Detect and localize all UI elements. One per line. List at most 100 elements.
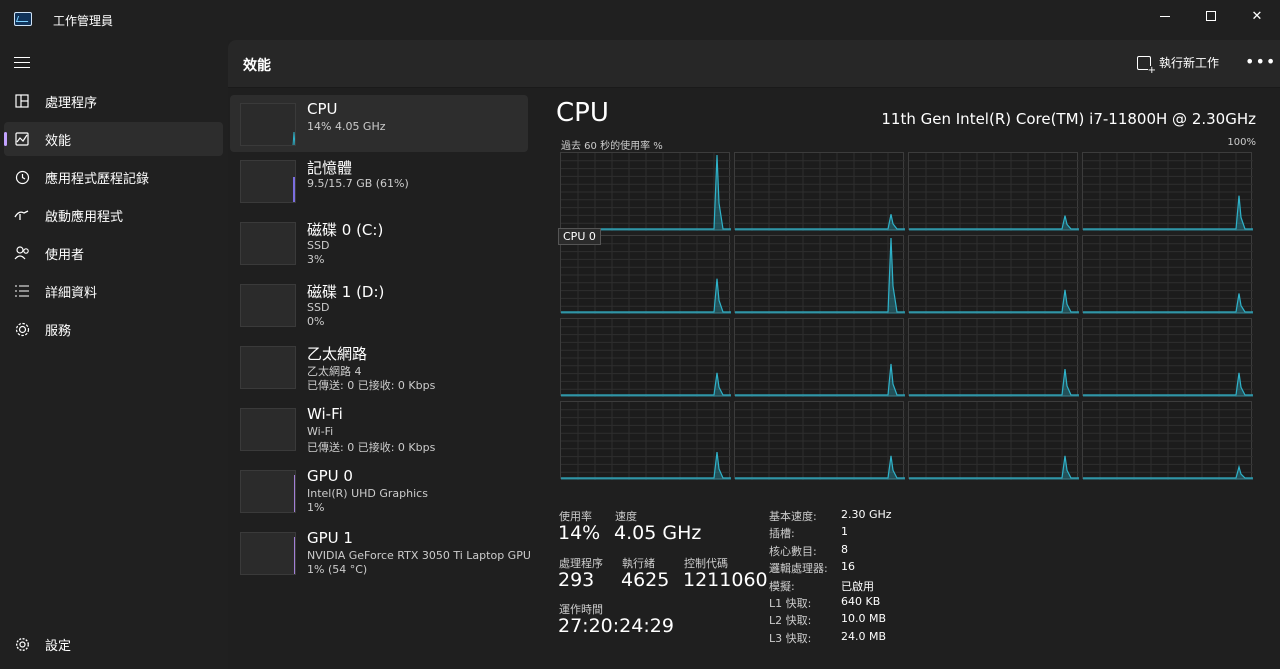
device-thumbnail	[240, 160, 296, 203]
logical-processor-graph-7[interactable]	[1082, 235, 1253, 314]
nav-label: 啟動應用程式	[45, 209, 124, 225]
details-icon	[13, 282, 31, 300]
nav-item-app-history[interactable]: 應用程式歷程記錄	[4, 160, 223, 194]
device-item-0[interactable]: CPU 14% 4.05 GHz	[230, 95, 528, 152]
logical-processor-graph-5[interactable]	[734, 235, 905, 314]
close-button[interactable]: ✕	[1234, 0, 1280, 32]
logical-processor-graph-2[interactable]	[908, 152, 1079, 231]
spec-label: 插槽:	[769, 527, 795, 541]
nav-item-services[interactable]: 服務	[4, 312, 223, 346]
device-thumbnail	[240, 470, 296, 513]
logical-processor-graph-14[interactable]	[908, 401, 1079, 480]
navigation-pane: 處理程序 效能 應用程式歷程記錄 啟動應用程式 使用者 詳細資料 服務 設定	[0, 40, 228, 669]
main-panel: 效能 執行新工作 ••• CPU 14% 4.05 GHz 記憶體9.5/15.7 …	[228, 40, 1280, 669]
spec-label: L3 快取:	[769, 631, 812, 645]
device-name: Wi-Fi	[307, 405, 343, 423]
logical-processor-graph-12[interactable]	[560, 401, 731, 480]
logical-processor-graph-10[interactable]	[908, 318, 1079, 397]
maximize-icon	[1206, 11, 1216, 21]
history-icon	[13, 168, 31, 186]
processes-value: 293	[558, 569, 595, 591]
device-thumbnail	[240, 222, 296, 265]
run-new-task-button[interactable]: 執行新工作	[1137, 54, 1220, 76]
graph-caption: 過去 60 秒的使用率 %	[561, 141, 663, 152]
nav-item-processes[interactable]: 處理程序	[4, 84, 223, 118]
device-detail: SSD	[307, 239, 330, 252]
device-detail: 14% 4.05 GHz	[307, 120, 386, 133]
performance-icon	[13, 130, 31, 148]
device-item-6[interactable]: GPU 0 Intel(R) UHD Graphics 1%	[230, 462, 528, 519]
device-thumbnail	[240, 346, 296, 389]
spec-value: 24.0 MB	[841, 629, 887, 643]
nav-item-details[interactable]: 詳細資料	[4, 274, 223, 308]
spec-label: L2 快取:	[769, 614, 812, 628]
close-icon: ✕	[1251, 8, 1263, 24]
spec-value: 16	[841, 560, 855, 574]
main-header: 效能 執行新工作 •••	[228, 40, 1280, 88]
device-detail: 已傳送: 0 已接收: 0 Kbps	[307, 379, 436, 392]
nav-item-settings[interactable]: 設定	[4, 627, 223, 661]
device-item-5[interactable]: Wi-Fi Wi-Fi 已傳送: 0 已接收: 0 Kbps	[230, 400, 528, 457]
spec-value: 已啟用	[841, 579, 874, 593]
logical-processor-graph-13[interactable]	[734, 401, 905, 480]
logical-processor-graphs	[560, 152, 1254, 484]
logical-processor-graph-11[interactable]	[1082, 318, 1253, 397]
logical-processor-graph-3[interactable]	[1082, 152, 1253, 231]
device-item-4[interactable]: 乙太網路 乙太網路 4 已傳送: 0 已接收: 0 Kbps	[230, 338, 528, 395]
handles-value: 1211060	[683, 569, 768, 591]
device-detail: Wi-Fi	[307, 425, 334, 438]
spec-value: 10.0 MB	[841, 612, 887, 626]
minimize-button[interactable]	[1142, 0, 1188, 32]
processes-icon	[13, 92, 31, 110]
spec-label: 模擬:	[769, 579, 795, 593]
device-detail: NVIDIA GeForce RTX 3050 Ti Laptop GPU	[307, 549, 531, 562]
nav-label: 效能	[45, 133, 72, 149]
device-thumbnail	[240, 284, 296, 327]
maximize-button[interactable]	[1188, 0, 1234, 32]
logical-processor-graph-8[interactable]	[560, 318, 731, 397]
nav-label: 設定	[45, 638, 72, 654]
hamburger-menu-icon[interactable]	[14, 57, 30, 69]
nav-label: 應用程式歷程記錄	[45, 171, 150, 187]
startup-icon	[13, 206, 31, 224]
more-options-button[interactable]: •••	[1245, 52, 1276, 71]
device-detail: 0%	[307, 315, 325, 328]
spec-label: L1 快取:	[769, 597, 812, 610]
device-detail: 已傳送: 0 已接收: 0 Kbps	[307, 441, 436, 454]
nav-label: 詳細資料	[45, 285, 98, 301]
minimize-icon	[1160, 15, 1170, 17]
device-name: CPU	[307, 100, 338, 118]
logical-processor-graph-6[interactable]	[908, 235, 1079, 314]
cpu-title: CPU	[556, 98, 609, 128]
spec-value: 2.30 GHz	[841, 508, 892, 521]
spec-label: 基本速度:	[769, 510, 817, 523]
spec-label: 核心數目:	[769, 544, 817, 558]
title-bar: 工作管理員 ✕	[0, 0, 1280, 40]
nav-item-performance[interactable]: 效能	[4, 122, 223, 156]
device-detail: SSD	[307, 301, 330, 314]
device-name: 乙太網路	[307, 345, 368, 363]
device-thumbnail	[240, 532, 296, 575]
logical-processor-graph-15[interactable]	[1082, 401, 1253, 480]
cpu-model: 11th Gen Intel(R) Core(TM) i7-11800H @ 2…	[881, 110, 1256, 128]
logical-processor-graph-4[interactable]	[560, 235, 731, 314]
page-title: 效能	[243, 58, 271, 74]
gear-icon	[13, 635, 31, 653]
spec-value: 1	[841, 525, 848, 539]
logical-processor-graph-1[interactable]	[734, 152, 905, 231]
nav-label: 處理程序	[45, 95, 98, 111]
nav-item-users[interactable]: 使用者	[4, 236, 223, 270]
device-item-1[interactable]: 記憶體 9.5/15.7 GB (61%)	[230, 152, 528, 209]
nav-item-startup-apps[interactable]: 啟動應用程式	[4, 198, 223, 232]
run-new-task-icon	[1137, 55, 1156, 76]
device-item-3[interactable]: 磁碟 1 (D:) SSD 0%	[230, 276, 528, 333]
device-item-2[interactable]: 磁碟 0 (C:) SSD 3%	[230, 214, 528, 271]
logical-processor-graph-0[interactable]	[560, 152, 731, 231]
run-new-task-label: 執行新工作	[1159, 56, 1220, 70]
task-manager-icon	[14, 12, 32, 26]
nav-label: 使用者	[45, 247, 85, 263]
services-icon	[13, 320, 31, 338]
logical-processor-graph-9[interactable]	[734, 318, 905, 397]
device-detail: 1% (54 °C)	[307, 563, 368, 576]
device-item-7[interactable]: GPU 1 NVIDIA GeForce RTX 3050 Ti Laptop G…	[230, 524, 531, 581]
